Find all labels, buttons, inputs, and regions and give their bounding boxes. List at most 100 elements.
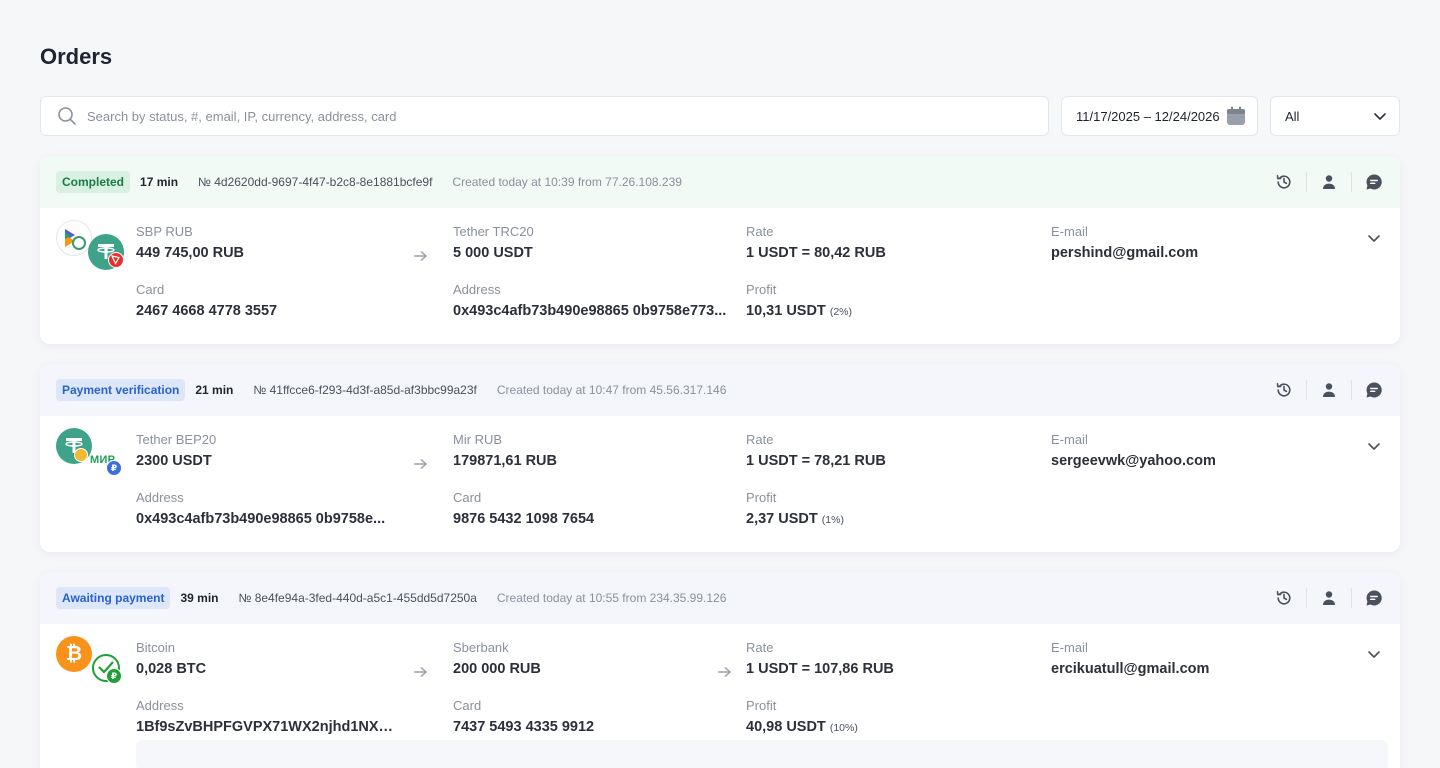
email-label: E-mail <box>1051 224 1088 239</box>
order-created: Created today at 10:39 from 77.26.108.23… <box>452 175 682 189</box>
profit-value: 40,98 USDT <box>746 719 826 735</box>
from-detail-label: Address <box>136 698 184 713</box>
order-id[interactable]: № 4d2620dd-9697-4f47-b2c8-8e1881bcfe9f <box>198 175 432 189</box>
from-detail-value[interactable]: 0x493c4afb73b490e98865 0b9758e... <box>136 511 396 527</box>
email-label: E-mail <box>1051 640 1088 655</box>
date-range-picker[interactable]: 11/17/2025 – 12/24/2026 <box>1061 96 1258 136</box>
status-badge: Awaiting payment <box>56 587 171 609</box>
arrow-right-icon <box>718 666 732 678</box>
expand-chevron-icon[interactable] <box>1366 646 1382 662</box>
status-filter-select[interactable]: All <box>1270 96 1400 136</box>
history-icon[interactable] <box>1274 380 1294 400</box>
date-range-value: 11/17/2025 – 12/24/2026 <box>1076 108 1220 124</box>
tron-icon <box>108 252 124 268</box>
arrow-right-icon <box>414 458 428 470</box>
order-header: Payment verification 21 min № 41ffcce6-f… <box>40 364 1400 416</box>
order-card[interactable]: Payment verification 21 min № 41ffcce6-f… <box>40 364 1400 552</box>
divider <box>1306 588 1307 608</box>
order-created: Created today at 10:55 from 234.35.99.12… <box>496 591 727 605</box>
profit-label: Profit <box>746 282 777 297</box>
divider <box>1351 172 1352 192</box>
to-currency-label: Tether TRC20 <box>453 224 534 239</box>
profit-label: Profit <box>746 490 777 505</box>
to-detail-label: Card <box>453 698 482 713</box>
user-icon[interactable] <box>1319 380 1339 400</box>
rate-label: Rate <box>746 224 774 239</box>
email-value[interactable]: sergeevwk@yahoo.com <box>1051 453 1331 469</box>
order-created: Created today at 10:47 from 45.56.317.14… <box>496 383 727 397</box>
from-detail-label: Card <box>136 282 165 297</box>
rate-value: 1 USDT = 107,86 RUB <box>746 661 894 677</box>
bitcoin-icon: ₿ <box>56 636 92 672</box>
profit-percent: (2%) <box>829 306 852 318</box>
rate-label: Rate <box>746 432 774 447</box>
chat-icon[interactable] <box>1364 380 1384 400</box>
divider <box>1351 588 1352 608</box>
user-icon[interactable] <box>1319 588 1339 608</box>
profit-percent: (10%) <box>829 722 858 734</box>
chat-icon[interactable] <box>1364 588 1384 608</box>
order-header: Completed 17 min № 4d2620dd-9697-4f47-b2… <box>40 156 1400 208</box>
search-input[interactable] <box>87 97 1048 135</box>
calendar-icon <box>1227 106 1245 125</box>
divider <box>1306 380 1307 400</box>
order-age: 39 min <box>180 591 219 605</box>
divider <box>1306 172 1307 192</box>
profit-label: Profit <box>746 698 777 713</box>
expand-chevron-icon[interactable] <box>1366 230 1382 246</box>
page-title: Orders <box>40 44 113 69</box>
from-detail-value[interactable]: 2467 4668 4778 3557 <box>136 303 396 319</box>
rate-value: 1 USDT = 78,21 RUB <box>746 453 886 469</box>
user-icon[interactable] <box>1319 172 1339 192</box>
expand-chevron-icon[interactable] <box>1366 438 1382 454</box>
email-value[interactable]: ercikuatull@gmail.com <box>1051 661 1331 677</box>
from-amount: 449 745,00 RUB <box>136 245 245 261</box>
history-icon[interactable] <box>1274 588 1294 608</box>
sbp-icon <box>56 220 92 256</box>
ruble-icon: ₽ <box>106 668 122 684</box>
to-amount: 5 000 USDT <box>453 245 533 261</box>
email-value[interactable]: pershind@gmail.com <box>1051 245 1331 261</box>
to-amount: 200 000 RUB <box>453 661 541 677</box>
chat-icon[interactable] <box>1364 172 1384 192</box>
chevron-down-icon <box>1374 113 1386 120</box>
search-box[interactable] <box>40 96 1049 136</box>
bnb-icon <box>74 448 88 462</box>
order-card[interactable]: Awaiting payment 39 min № 8e4fe94a-3fed-… <box>40 572 1400 768</box>
from-currency-label: Bitcoin <box>136 640 176 655</box>
to-currency-label: Mir RUB <box>453 432 503 447</box>
from-amount: 0,028 BTC <box>136 661 207 677</box>
order-age: 21 min <box>195 383 234 397</box>
from-amount: 2300 USDT <box>136 453 212 469</box>
from-currency-label: Tether BEP20 <box>136 432 217 447</box>
arrow-right-icon <box>414 250 428 262</box>
history-icon[interactable] <box>1274 172 1294 192</box>
order-card[interactable]: Completed 17 min № 4d2620dd-9697-4f47-b2… <box>40 156 1400 344</box>
to-amount: 179871,61 RUB <box>453 453 557 469</box>
from-detail-label: Address <box>136 490 184 505</box>
ruble-icon: ₽ <box>106 460 122 476</box>
status-badge: Payment verification <box>56 379 186 401</box>
to-detail-label: Card <box>453 490 482 505</box>
to-detail-value[interactable]: 7437 5493 4335 9912 <box>453 719 733 735</box>
profit-value: 2,37 USDT <box>746 511 818 527</box>
divider <box>1351 380 1352 400</box>
email-label: E-mail <box>1051 432 1088 447</box>
rate-value: 1 USDT = 80,42 RUB <box>746 245 886 261</box>
order-id[interactable]: № 8e4fe94a-3fed-440d-a5c1-455dd5d7250a <box>238 591 476 605</box>
from-currency-label: SBP RUB <box>136 224 193 239</box>
rate-label: Rate <box>746 640 774 655</box>
to-currency-label: Sberbank <box>453 640 509 655</box>
to-detail-value[interactable]: 0x493c4afb73b490e98865 0b9758e773... <box>453 303 736 319</box>
order-age: 17 min <box>140 175 179 189</box>
status-badge: Completed <box>56 171 131 193</box>
order-id[interactable]: № 41ffcce6-f293-4d3f-a85d-af3bbc99a23f <box>253 383 476 397</box>
to-detail-value[interactable]: 9876 5432 1098 7654 <box>453 511 733 527</box>
profit-percent: (1%) <box>821 514 844 526</box>
search-icon <box>58 107 76 125</box>
status-filter-value: All <box>1285 108 1300 124</box>
order-header: Awaiting payment 39 min № 8e4fe94a-3fed-… <box>40 572 1400 624</box>
arrow-right-icon <box>414 666 428 678</box>
from-detail-value[interactable]: 1Bf9sZvBHPFGVPX71WX2njhd1NXK... <box>136 719 396 735</box>
profit-value: 10,31 USDT <box>746 303 826 319</box>
